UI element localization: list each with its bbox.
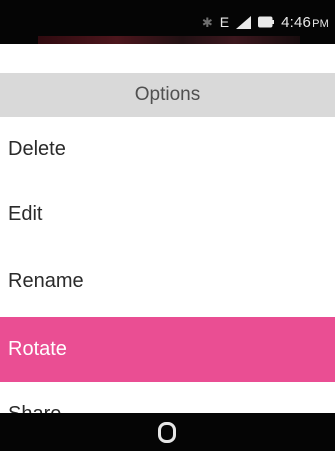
status-bar: ✱ E 4:46PM <box>0 0 335 44</box>
menu-item-rotate[interactable]: Rotate <box>0 317 335 382</box>
clock: 4:46PM <box>281 14 329 31</box>
clock-time: 4:46 <box>281 13 312 31</box>
clock-ampm: PM <box>312 17 329 30</box>
bluetooth-icon: ✱ <box>201 14 213 30</box>
phone-screen: ✱ E 4:46PM Options Delete Edit Rename Ro… <box>0 0 335 451</box>
signal-icon <box>236 15 252 29</box>
background-image-strip <box>38 36 300 44</box>
menu-item-rename[interactable]: Rename <box>0 249 335 314</box>
menu-item-edit[interactable]: Edit <box>0 182 335 247</box>
options-header: Options <box>0 73 335 117</box>
battery-icon <box>258 16 275 28</box>
network-type-label: E <box>219 14 230 30</box>
menu-item-delete[interactable]: Delete <box>0 117 335 182</box>
softkey-bar <box>0 413 335 451</box>
home-key-icon[interactable] <box>158 422 176 443</box>
status-icons: ✱ E 4:46PM <box>202 12 329 32</box>
